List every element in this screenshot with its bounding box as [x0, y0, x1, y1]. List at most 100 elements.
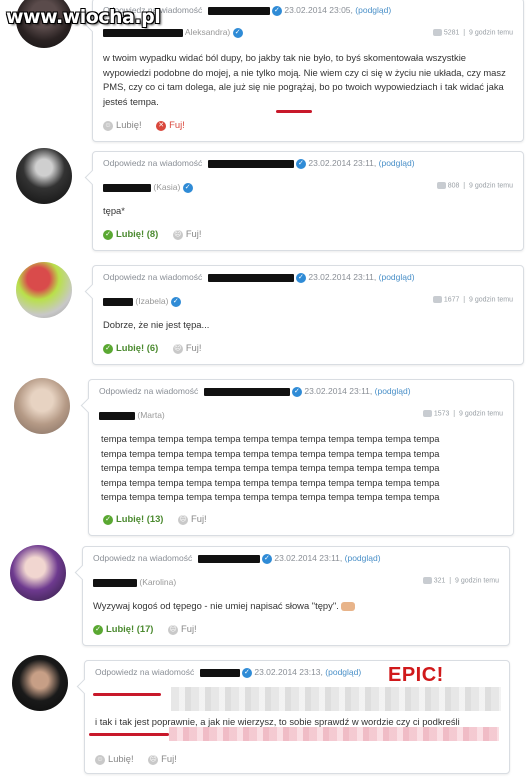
avatar[interactable] [14, 378, 70, 434]
avatar[interactable] [12, 655, 68, 711]
like-button[interactable]: Lubię! [116, 513, 144, 524]
dislike-icon[interactable]: ☹ [172, 229, 183, 240]
author-name[interactable]: Aleksandra) [185, 27, 230, 37]
like-icon[interactable]: ✓ [93, 624, 103, 635]
highlight-underline [276, 110, 312, 113]
dislike-button[interactable]: Fuj! [181, 623, 197, 634]
redacted-name [103, 297, 133, 306]
text-line: tempa tempa tempa tempa tempa tempa temp… [101, 448, 440, 459]
avatar[interactable] [16, 148, 72, 204]
redacted-name [99, 411, 135, 420]
site-watermark: www.wiocha.pl [6, 6, 161, 28]
verified-icon: ✓ [232, 27, 243, 38]
author-name[interactable]: (Izabela) [135, 296, 168, 306]
comment-text: w twoim wypadku widać ból dupy, bo jakby… [103, 52, 506, 107]
views-count: 1573 [433, 410, 450, 418]
comment-date: 23.02.2014 23:05, [284, 5, 353, 15]
like-count: (17) [136, 623, 154, 634]
blurred-highlight-area [169, 727, 499, 741]
comment-text: Dobrze, że nie jest tępa... [103, 319, 210, 330]
views-count: 321 [433, 577, 446, 585]
avatar[interactable] [10, 545, 66, 601]
comment-count-icon [432, 29, 442, 36]
epic-label: EPIC! [388, 664, 444, 686]
comment-count-icon [432, 296, 442, 303]
reply-to-label: Odpowiedz na wiadomość [93, 553, 193, 563]
comment-date: 23.02.2014 23:13, [254, 667, 323, 677]
reply-to-label: Odpowiedz na wiadomość [103, 158, 203, 168]
reply-to-label: Odpowiedz na wiadomość [103, 272, 203, 282]
preview-link[interactable]: (podgląd) [379, 272, 415, 282]
highlight-underline [93, 693, 161, 696]
views-count: 808 [447, 182, 460, 190]
comment-date: 23.02.2014 23:11, [308, 272, 377, 282]
comment-count-icon [436, 182, 446, 189]
comment-box: Odpowiedz na wiadomość ✓ 23.02.2014 23:1… [84, 151, 524, 251]
comment-date: 23.02.2014 23:11, [274, 553, 343, 563]
verified-icon: ✓ [271, 5, 282, 16]
preview-link[interactable]: (podgląd) [375, 386, 411, 396]
verified-icon: ✓ [295, 272, 306, 283]
time-ago: 9 godzin temu [469, 182, 513, 190]
text-line: tempa tempa tempa tempa tempa tempa temp… [101, 463, 440, 474]
like-icon[interactable]: ☺ [103, 120, 113, 131]
preview-link[interactable]: (podgląd) [355, 5, 391, 15]
redacted-name [207, 159, 294, 168]
text-line: tempa tempa tempa tempa tempa tempa temp… [101, 477, 440, 488]
text-line: tempa tempa tempa tempa tempa tempa temp… [101, 492, 440, 503]
verified-icon: ✓ [261, 553, 272, 564]
verified-icon: ✓ [170, 296, 181, 307]
dislike-button[interactable]: Fuj! [169, 119, 185, 130]
comment-text: tępa* [103, 205, 125, 216]
dislike-icon[interactable]: ✕ [156, 120, 167, 131]
like-icon[interactable]: ✓ [103, 343, 113, 354]
dislike-icon[interactable]: ☹ [168, 624, 179, 635]
redacted-name [203, 387, 290, 396]
verified-icon: ✓ [241, 667, 252, 678]
highlight-underline [89, 733, 169, 736]
redacted-name [207, 273, 294, 282]
dislike-button[interactable]: Fuj! [191, 513, 207, 524]
verified-icon: ✓ [291, 386, 302, 397]
time-ago: 9 godzin temu [455, 577, 499, 585]
comment-count-icon [422, 410, 432, 417]
comment-box: Odpowiedz na wiadomość ✓ 23.02.2014 23:1… [74, 546, 510, 646]
preview-link[interactable]: (podgląd) [345, 553, 381, 563]
text-line: tempa tempa tempa tempa tempa tempa temp… [101, 434, 440, 444]
blurred-author-area [171, 687, 501, 711]
like-button[interactable]: Lubię! [106, 623, 134, 634]
dislike-icon[interactable]: ☹ [148, 754, 159, 765]
like-count: (6) [146, 342, 159, 353]
like-button[interactable]: Lubię! [108, 753, 134, 764]
author-name[interactable]: (Kasia) [153, 182, 180, 192]
preview-link[interactable]: (podgląd) [379, 158, 415, 168]
redacted-name [103, 183, 151, 192]
like-button[interactable]: Lubię! [116, 119, 142, 130]
like-icon[interactable]: ✓ [103, 229, 113, 240]
time-ago: 9 godzin temu [469, 29, 513, 37]
comment-box: Odpowiedz na wiadomość ✓ 23.02.2014 23:1… [76, 660, 510, 774]
dislike-icon[interactable]: ☹ [172, 343, 183, 354]
dislike-button[interactable]: Fuj! [161, 753, 177, 764]
dislike-icon[interactable]: ☹ [178, 514, 189, 525]
dislike-button[interactable]: Fuj! [186, 342, 202, 353]
author-name[interactable]: (Karolina) [139, 577, 176, 587]
like-icon[interactable]: ✓ [103, 514, 113, 525]
redacted-name [207, 6, 270, 15]
preview-link[interactable]: (podgląd) [325, 667, 361, 677]
time-ago: 9 godzin temu [469, 296, 513, 304]
like-button[interactable]: Lubię! [116, 228, 144, 239]
comment-text: Wyzywaj kogoś od tępego - nie umiej napi… [93, 599, 497, 614]
avatar[interactable] [16, 262, 72, 318]
comment-count-icon [422, 577, 432, 584]
dislike-button[interactable]: Fuj! [186, 228, 202, 239]
like-count: (13) [146, 513, 164, 524]
like-icon[interactable]: ☺ [95, 754, 105, 765]
views-count: 1677 [443, 296, 460, 304]
redacted-name [93, 578, 137, 587]
author-name[interactable]: (Marta) [137, 410, 164, 420]
redacted-name [103, 28, 183, 37]
redacted-name [197, 554, 260, 563]
clapping-hands-icon [341, 602, 356, 612]
like-button[interactable]: Lubię! [116, 342, 144, 353]
